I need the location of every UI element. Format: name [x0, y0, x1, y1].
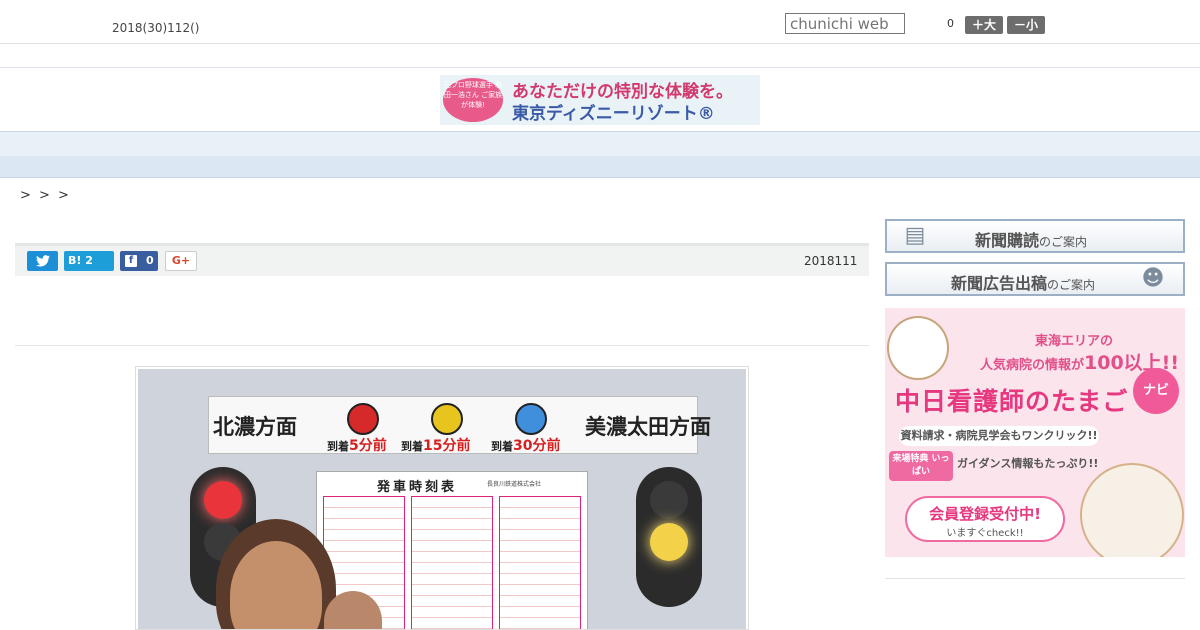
facebook-share-button[interactable]: f 0	[120, 251, 158, 271]
ad-title: 中日看護師のたまご	[895, 387, 1129, 416]
arrival-label: 到着15分前	[401, 438, 471, 454]
ad-cta1: 資料請求・病院見学会もワンクリック!!	[899, 426, 1099, 446]
red-lamp	[347, 403, 379, 435]
photo-scene: 北濃方面 到着5分前 到着15分前 到着30分前 美濃太田方面 発車時刻表 長良…	[138, 369, 746, 629]
arrival-label: 到着30分前	[491, 438, 561, 454]
article-photo: 北濃方面 到着5分前 到着15分前 到着30分前 美濃太田方面 発車時刻表 長良…	[135, 366, 749, 630]
person-icon: ☻	[1141, 266, 1165, 291]
timetable-column	[499, 496, 581, 629]
facebook-count: 0	[146, 254, 154, 267]
signup-text: 会員登録受付中!	[929, 505, 1041, 523]
ad-brand: 東京ディズニーリゾート®	[512, 104, 715, 124]
sub-header-bar	[0, 44, 1200, 68]
yellow-lamp	[431, 403, 463, 435]
navi-badge: ナビ	[1133, 368, 1179, 414]
font-bigger-button[interactable]: ＋大	[965, 16, 1003, 34]
twitter-icon	[35, 255, 50, 267]
egg-character-icon	[1080, 463, 1184, 557]
breadcrumb[interactable]: > > >	[20, 188, 71, 203]
right-traffic-light	[636, 467, 702, 607]
dark-bulb	[650, 481, 688, 519]
google-plus-button[interactable]: G+	[165, 251, 197, 271]
sub-nav	[0, 156, 1200, 178]
hatena-count: 2	[85, 254, 93, 267]
newspaper-subscription-button[interactable]: ▤ 新聞購読のご案内	[885, 219, 1185, 253]
newspaper-ad-button[interactable]: 新聞広告出稿のご案内 ☻	[885, 262, 1185, 296]
hatena-icon: B!	[68, 254, 82, 267]
right-direction-label: 美濃太田方面	[585, 415, 711, 439]
ad-line1: 東海エリアの	[1035, 334, 1114, 349]
yellow-bulb	[650, 523, 688, 561]
hatena-bookmark-button[interactable]: B! 2	[64, 251, 114, 271]
book-icon: ▤	[904, 223, 926, 248]
direction-signboard: 北濃方面 到着5分前 到着15分前 到着30分前 美濃太田方面	[208, 396, 711, 454]
font-smaller-button[interactable]: －小	[1007, 16, 1045, 34]
timetable-title: 発車時刻表	[377, 480, 458, 495]
share-bar: B! 2 f 0 G+	[15, 243, 869, 276]
nurse-navi-ad[interactable]: 東海エリアの 人気病院の情報が100以上!! 中日看護師のたまご ナビ 資料請求…	[885, 308, 1185, 557]
font-size-count: 0	[947, 17, 954, 30]
disney-banner-ad[interactable]: 元プロ野球選手 和田一浩さん ご家族が体験! あなただけの特別な体験を。 東京デ…	[440, 75, 760, 125]
sidebar-divider	[885, 578, 1185, 579]
advertise-label: 新聞広告出稿のご案内	[951, 274, 1096, 293]
search-input[interactable]	[785, 13, 905, 34]
current-date: 2018(30)112()	[112, 21, 200, 35]
facebook-icon: f	[125, 255, 137, 267]
divider	[15, 345, 869, 346]
check-text: いますぐcheck!!	[946, 528, 1024, 539]
ad-badge: 元プロ野球選手 和田一浩さん ご家族が体験!	[443, 78, 503, 122]
timetable-company: 長良川鉄道株式会社	[487, 481, 542, 488]
left-direction-label: 北濃方面	[213, 415, 297, 439]
nurse-character-icon	[887, 316, 949, 380]
red-bulb	[204, 481, 242, 519]
timetable-column	[411, 496, 493, 629]
subscribe-label: 新聞購読のご案内	[975, 231, 1088, 250]
arrival-label: 到着5分前	[327, 438, 387, 454]
main-nav	[0, 131, 1200, 157]
publish-date: 2018111	[804, 254, 858, 268]
signup-bubble: 会員登録受付中! いますぐcheck!!	[905, 496, 1065, 542]
twitter-share-button[interactable]	[27, 251, 58, 271]
blue-lamp	[515, 403, 547, 435]
special-badge: 来場特典 いっぱい	[889, 451, 953, 481]
ad-cta2: ガイダンス情報もたっぷり!!	[957, 457, 1099, 470]
